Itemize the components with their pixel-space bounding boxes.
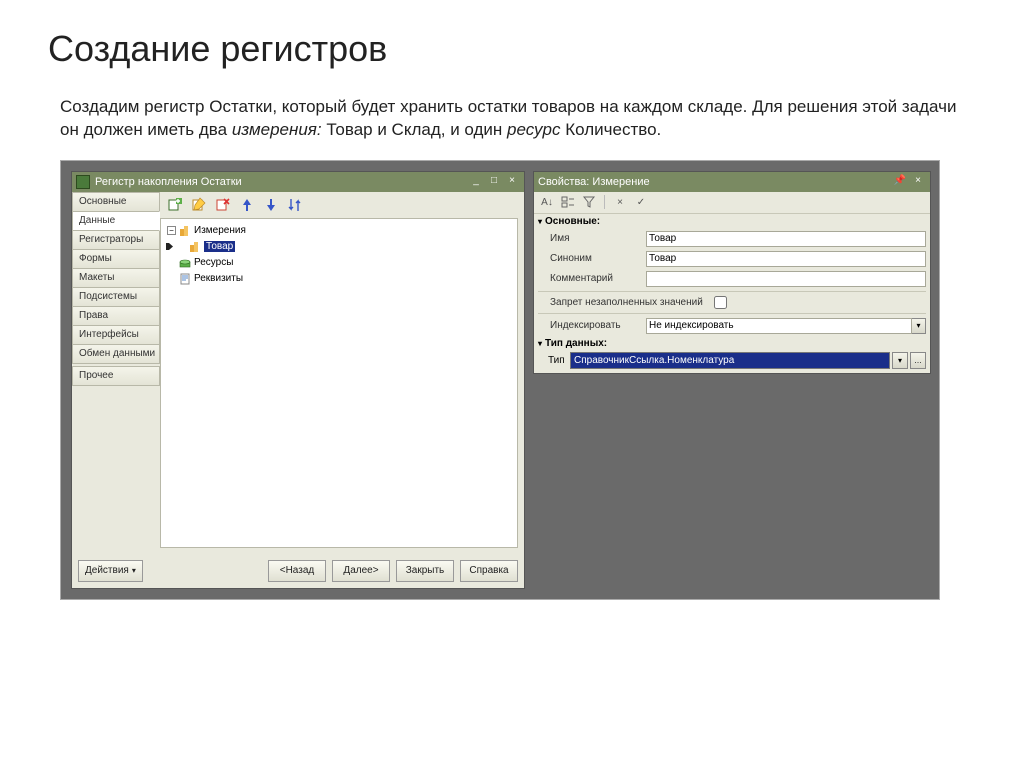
tree-node-izmereniya[interactable]: − Измерения (167, 223, 511, 239)
categorize-icon[interactable] (559, 193, 577, 211)
help-button[interactable]: Справка (460, 560, 518, 582)
app-icon (76, 175, 90, 189)
prop-row-type: Тип СправочникСсылка.Номенклатура ▾ … (534, 351, 930, 373)
pin-icon[interactable]: 📌 (892, 175, 908, 189)
tree-pane[interactable]: − Измерения Товар (160, 218, 518, 548)
sort-icon[interactable] (286, 196, 304, 214)
group-osnovnye[interactable]: Основные: (534, 214, 930, 229)
slide-title: Создание регистров (0, 0, 1024, 82)
type-ellipsis-button[interactable]: … (910, 352, 926, 369)
tab-podsistemy[interactable]: Подсистемы (72, 287, 160, 307)
input-comment[interactable] (646, 271, 926, 287)
prop-row-deny-empty: Запрет незаполненных значений (534, 294, 930, 311)
group-tip-dannykh[interactable]: Тип данных: (534, 336, 930, 351)
tabs-column: Основные Данные Регистраторы Формы Макет… (72, 192, 160, 554)
tab-makety[interactable]: Макеты (72, 268, 160, 288)
move-up-icon[interactable] (238, 196, 256, 214)
edit-icon[interactable] (190, 196, 208, 214)
properties-panel: Свойства: Измерение 📌 × A↓ × ✓ Основные:… (533, 171, 931, 374)
tab-registratory[interactable]: Регистраторы (72, 230, 160, 250)
label-comment: Комментарий (550, 273, 642, 284)
sort-alpha-icon[interactable]: A↓ (538, 193, 556, 211)
label-deny-empty: Запрет незаполненных значений (550, 297, 710, 308)
tab-prochee[interactable]: Прочее (72, 366, 160, 386)
requisite-icon (179, 273, 191, 285)
prop-row-name: Имя (534, 229, 930, 249)
tab-osnovnye[interactable]: Основные (72, 192, 160, 212)
restore-button[interactable]: □ (486, 175, 502, 189)
input-type[interactable]: СправочникСсылка.Номенклатура (570, 352, 890, 369)
input-synonym[interactable] (646, 251, 926, 267)
filter-icon[interactable] (580, 193, 598, 211)
prop-row-synonym: Синоним (534, 249, 930, 269)
tree-node-tovar[interactable]: Товар (167, 239, 511, 255)
back-button[interactable]: <Назад (268, 560, 326, 582)
item-icon (189, 241, 201, 253)
label-name: Имя (550, 233, 642, 244)
close-panel-button[interactable]: × (910, 175, 926, 189)
label-type: Тип (538, 355, 568, 366)
window-title-left: Регистр накопления Остатки (95, 176, 242, 188)
type-dropdown-icon[interactable]: ▾ (892, 352, 908, 369)
dropdown-icon[interactable]: ▾ (912, 318, 926, 334)
footer-buttons: Действия <Назад Далее> Закрыть Справка (72, 554, 524, 588)
next-button[interactable]: Далее> (332, 560, 390, 582)
app-workspace: Регистр накопления Остатки _ □ × Основны… (60, 160, 940, 600)
close-form-button[interactable]: Закрыть (396, 560, 454, 582)
resource-icon (179, 257, 191, 269)
actions-button[interactable]: Действия (78, 560, 143, 582)
titlebar-left[interactable]: Регистр накопления Остатки _ □ × (72, 172, 524, 192)
add-icon[interactable] (166, 196, 184, 214)
close-button[interactable]: × (504, 175, 520, 189)
minimize-button[interactable]: _ (468, 175, 484, 189)
prop-row-index: Индексировать Не индексировать ▾ (534, 316, 930, 336)
delete-icon[interactable] (214, 196, 232, 214)
properties-toolbar: A↓ × ✓ (534, 192, 930, 214)
slide-description: Создадим регистр Остатки, который будет … (0, 82, 1024, 160)
prop-row-comment: Комментарий (534, 269, 930, 289)
dimension-icon (179, 225, 191, 237)
move-down-icon[interactable] (262, 196, 280, 214)
select-index[interactable]: Не индексировать (646, 318, 912, 334)
checkbox-deny-empty[interactable] (714, 296, 727, 309)
label-synonym: Синоним (550, 253, 642, 264)
tab-interfeysy[interactable]: Интерфейсы (72, 325, 160, 345)
tree-node-resursy[interactable]: Ресурсы (167, 255, 511, 271)
tab-prava[interactable]: Права (72, 306, 160, 326)
label-index: Индексировать (550, 320, 642, 331)
current-marker-icon (166, 243, 172, 250)
apply-edit-icon[interactable]: ✓ (632, 193, 650, 211)
tree-node-rekvizity[interactable]: Реквизиты (167, 271, 511, 287)
register-window: Регистр накопления Остатки _ □ × Основны… (71, 171, 525, 589)
toolbar-left (160, 192, 524, 218)
collapse-icon[interactable]: − (167, 226, 176, 235)
tab-obmen[interactable]: Обмен данными (72, 344, 160, 364)
tab-dannye[interactable]: Данные (72, 211, 160, 231)
input-name[interactable] (646, 231, 926, 247)
titlebar-right[interactable]: Свойства: Измерение 📌 × (534, 172, 930, 192)
cancel-edit-icon[interactable]: × (611, 193, 629, 211)
tab-formy[interactable]: Формы (72, 249, 160, 269)
window-title-right: Свойства: Измерение (538, 176, 650, 188)
